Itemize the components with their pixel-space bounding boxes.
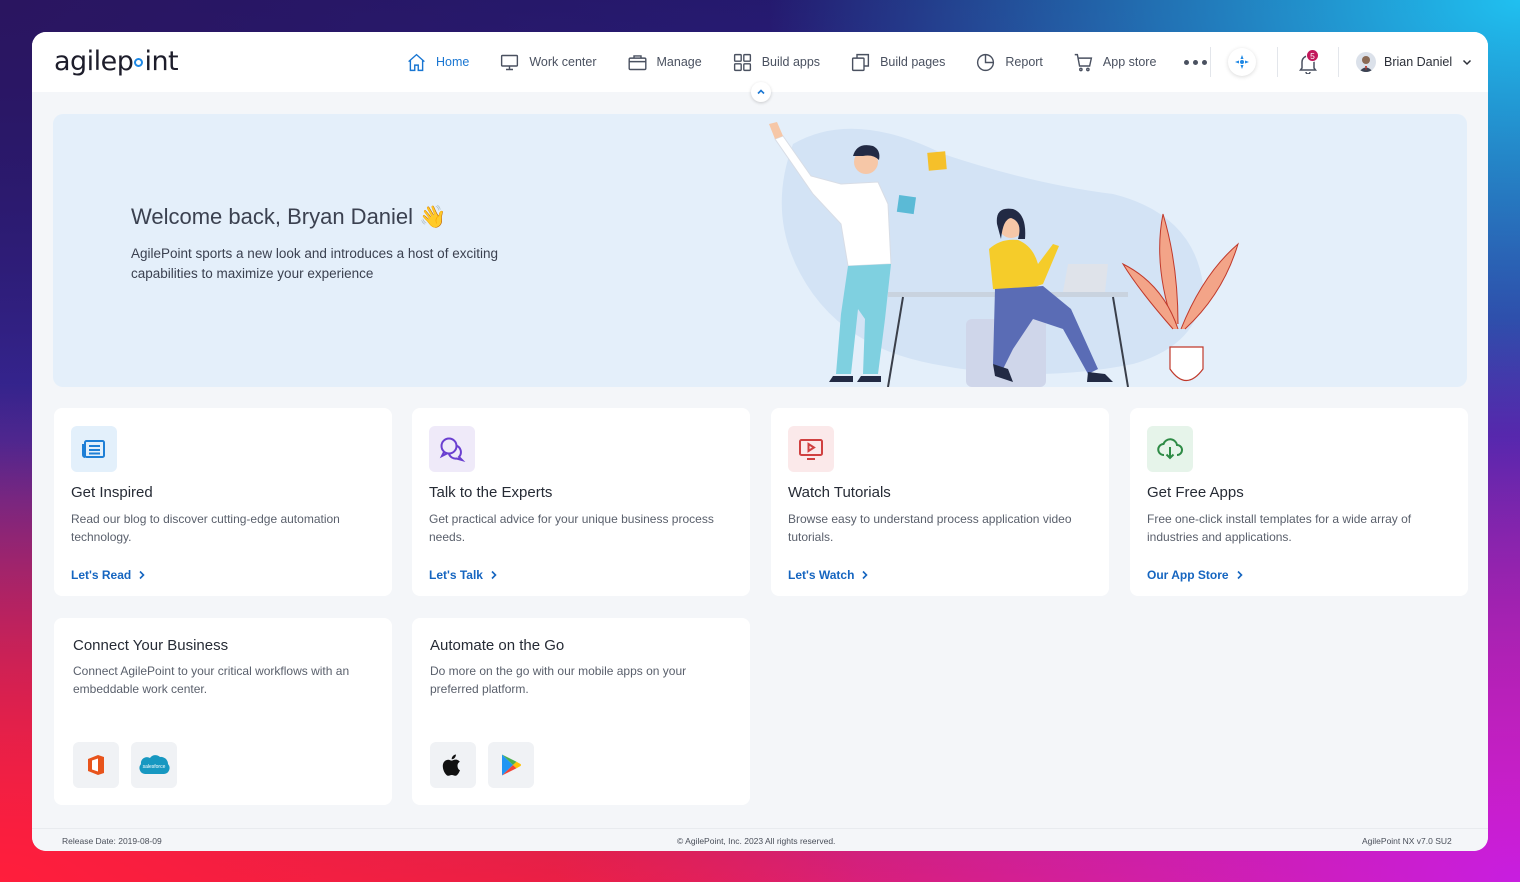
home-icon	[408, 53, 425, 71]
google-play-icon	[502, 754, 521, 776]
card-get-inspired: Get Inspired Read our blog to discover c…	[54, 408, 392, 596]
card-title: Connect Your Business	[73, 637, 229, 654]
chevron-down-icon	[1463, 59, 1472, 66]
pages-icon	[851, 53, 870, 71]
more-menu-button[interactable]	[1184, 32, 1208, 92]
nav-build-pages-label: Build pages	[880, 55, 946, 69]
video-play-icon	[799, 439, 823, 460]
copyright: © AgilePoint, Inc. 2023 All rights reser…	[677, 836, 836, 846]
card-automate-on-the-go: Automate on the Go Do more on the go wit…	[412, 618, 750, 805]
more-dot-icon	[1184, 59, 1190, 65]
chevron-up-icon	[757, 89, 765, 95]
nav-home-label: Home	[436, 55, 470, 69]
link-label: Let's Talk	[429, 568, 483, 582]
divider	[1338, 47, 1339, 77]
card-icon-box	[429, 426, 475, 472]
divider	[1277, 47, 1278, 77]
welcome-banner: Welcome back, Bryan Daniel 👋 AgilePoint …	[53, 114, 1467, 387]
chevron-right-icon	[491, 570, 497, 580]
card-title: Get Free Apps	[1147, 484, 1244, 501]
version: AgilePoint NX v7.0 SU2	[1362, 836, 1452, 846]
card-title: Automate on the Go	[430, 637, 565, 654]
card-icon-box	[788, 426, 834, 472]
newspaper-icon	[82, 440, 105, 458]
divider	[1210, 47, 1211, 77]
agilepoint-logo[interactable]: agilep int	[54, 46, 179, 77]
office-button[interactable]	[73, 742, 119, 788]
more-dot-icon	[1193, 59, 1199, 65]
user-menu[interactable]: Brian Daniel	[1356, 52, 1472, 72]
link-label: Let's Watch	[788, 568, 855, 582]
office-icon	[88, 755, 104, 775]
grid-icon	[733, 53, 751, 71]
card-title: Watch Tutorials	[788, 484, 891, 501]
cloud-download-icon	[1157, 438, 1183, 460]
nav-report-label: Report	[1005, 55, 1043, 69]
more-dot-icon	[1202, 59, 1208, 65]
ai-assistant-icon	[1235, 55, 1249, 69]
salesforce-button[interactable]: salesforce	[131, 742, 177, 788]
nav-work-center-label: Work center	[529, 55, 597, 69]
lets-talk-link[interactable]: Let's Talk	[429, 568, 498, 582]
welcome-illustration	[769, 122, 1239, 387]
briefcase-icon	[627, 54, 647, 70]
apple-icon	[442, 754, 460, 776]
nav-work-center[interactable]: Work center	[499, 32, 597, 92]
link-label: Let's Read	[71, 568, 132, 582]
nav-report[interactable]: Report	[975, 32, 1043, 92]
collapse-header-button[interactable]	[751, 82, 771, 102]
card-description: Read our blog to discover cutting-edge a…	[71, 512, 340, 544]
footer: Release Date: 2019-08-09 © AgilePoint, I…	[32, 828, 1488, 851]
notification-badge: 5	[1306, 49, 1319, 62]
our-app-store-link[interactable]: Our App Store	[1147, 568, 1244, 582]
google-play-button[interactable]	[488, 742, 534, 788]
user-name: Brian Daniel	[1384, 55, 1453, 69]
nav-build-apps-label: Build apps	[761, 55, 821, 69]
chevron-right-icon	[1236, 570, 1243, 580]
ai-assistant-button[interactable]	[1228, 48, 1256, 76]
card-description: Browse easy to understand process applic…	[788, 512, 1072, 544]
chat-bubbles-icon	[439, 437, 466, 462]
main-nav: Home Work center Manage Build apps Build…	[406, 32, 1208, 92]
chevron-right-icon	[139, 570, 145, 580]
welcome-title: Welcome back, Bryan Daniel 👋	[131, 204, 447, 229]
card-talk-to-experts: Talk to the Experts Get practical advice…	[412, 408, 750, 596]
nav-manage-label: Manage	[656, 55, 702, 69]
card-icon-box	[1147, 426, 1193, 472]
avatar	[1356, 52, 1376, 72]
card-connect-your-business: Connect Your Business Connect AgilePoint…	[54, 618, 392, 805]
chevron-right-icon	[862, 570, 869, 580]
nav-app-store-label: App store	[1102, 55, 1157, 69]
card-watch-tutorials: Watch Tutorials Browse easy to understan…	[771, 408, 1109, 596]
card-description: Connect AgilePoint to your critical work…	[73, 664, 350, 696]
lets-read-link[interactable]: Let's Read	[71, 568, 146, 582]
link-label: Our App Store	[1147, 568, 1229, 582]
card-description: Do more on the go with our mobile apps o…	[430, 664, 687, 696]
app-window: agilep int Home Work center Manage Build …	[32, 32, 1488, 851]
cart-icon	[1074, 53, 1093, 71]
nav-manage[interactable]: Manage	[627, 32, 702, 92]
card-get-free-apps: Get Free Apps Free one-click install tem…	[1130, 408, 1468, 596]
nav-app-store[interactable]: App store	[1073, 32, 1157, 92]
card-description: Get practical advice for your unique bus…	[429, 512, 714, 544]
monitor-icon	[501, 54, 519, 70]
apple-app-button[interactable]	[430, 742, 476, 788]
nav-build-apps[interactable]: Build apps	[732, 32, 820, 92]
nav-home[interactable]: Home	[406, 32, 469, 92]
release-date: Release Date: 2019-08-09	[62, 836, 162, 846]
pie-chart-icon	[977, 53, 995, 71]
salesforce-icon: salesforce	[139, 755, 170, 774]
card-title: Talk to the Experts	[429, 484, 553, 501]
card-description: Free one-click install templates for a w…	[1147, 512, 1412, 544]
lets-watch-link[interactable]: Let's Watch	[788, 568, 869, 582]
svg-text:salesforce: salesforce	[143, 764, 166, 770]
card-title: Get Inspired	[71, 484, 153, 501]
nav-build-pages[interactable]: Build pages	[850, 32, 945, 92]
welcome-text: AgilePoint sports a new look and introdu…	[131, 246, 498, 281]
card-icon-box	[71, 426, 117, 472]
